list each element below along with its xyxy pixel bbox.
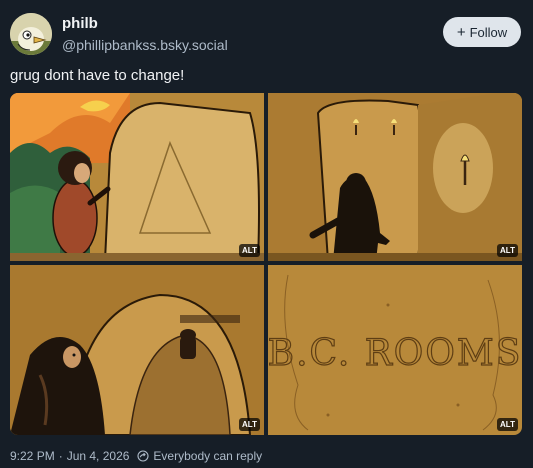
separator: · [58,449,63,463]
follow-label: Follow [469,24,508,40]
post-header: philb @phillipbankss.bsky.social + Follo… [10,12,521,56]
image-grid: ALT ALT ALT B.C. ROOMS ALT [10,93,522,435]
carved-wall-image: B.C. ROOMS [268,265,522,435]
alt-badge[interactable]: ALT [497,418,518,431]
alt-badge[interactable]: ALT [239,418,260,431]
post-date[interactable]: Jun 4, 2026 [67,449,130,463]
image-4[interactable]: B.C. ROOMS ALT [268,265,522,435]
reply-setting[interactable]: Everybody can reply [153,449,262,463]
image-1[interactable]: ALT [10,93,264,261]
globe-reply-icon [137,450,149,462]
post-text: grug dont have to change! [10,67,185,84]
image-3[interactable]: ALT [10,265,264,435]
alt-badge[interactable]: ALT [497,244,518,257]
post-time[interactable]: 9:22 PM [10,449,55,463]
caveman-silhouette-torch-corridor-image [268,93,522,261]
image-2[interactable]: ALT [268,93,522,261]
post-footer: 9:22 PM · Jun 4, 2026 Everybody can repl… [10,449,262,463]
avatar-cartoon-bird-icon [10,13,52,55]
plus-icon: + [456,23,466,41]
caveman-in-cave-tunnel-image [10,265,264,435]
avatar[interactable] [10,13,52,55]
display-name[interactable]: philb [62,15,228,33]
carving-text: B.C. ROOMS [268,333,522,374]
alt-badge[interactable]: ALT [239,244,260,257]
author-handle[interactable]: @phillipbankss.bsky.social [62,35,228,55]
caveman-by-rock-wall-image [10,93,264,261]
author-names: philb @phillipbankss.bsky.social [62,15,228,55]
follow-button[interactable]: + Follow [443,17,521,47]
